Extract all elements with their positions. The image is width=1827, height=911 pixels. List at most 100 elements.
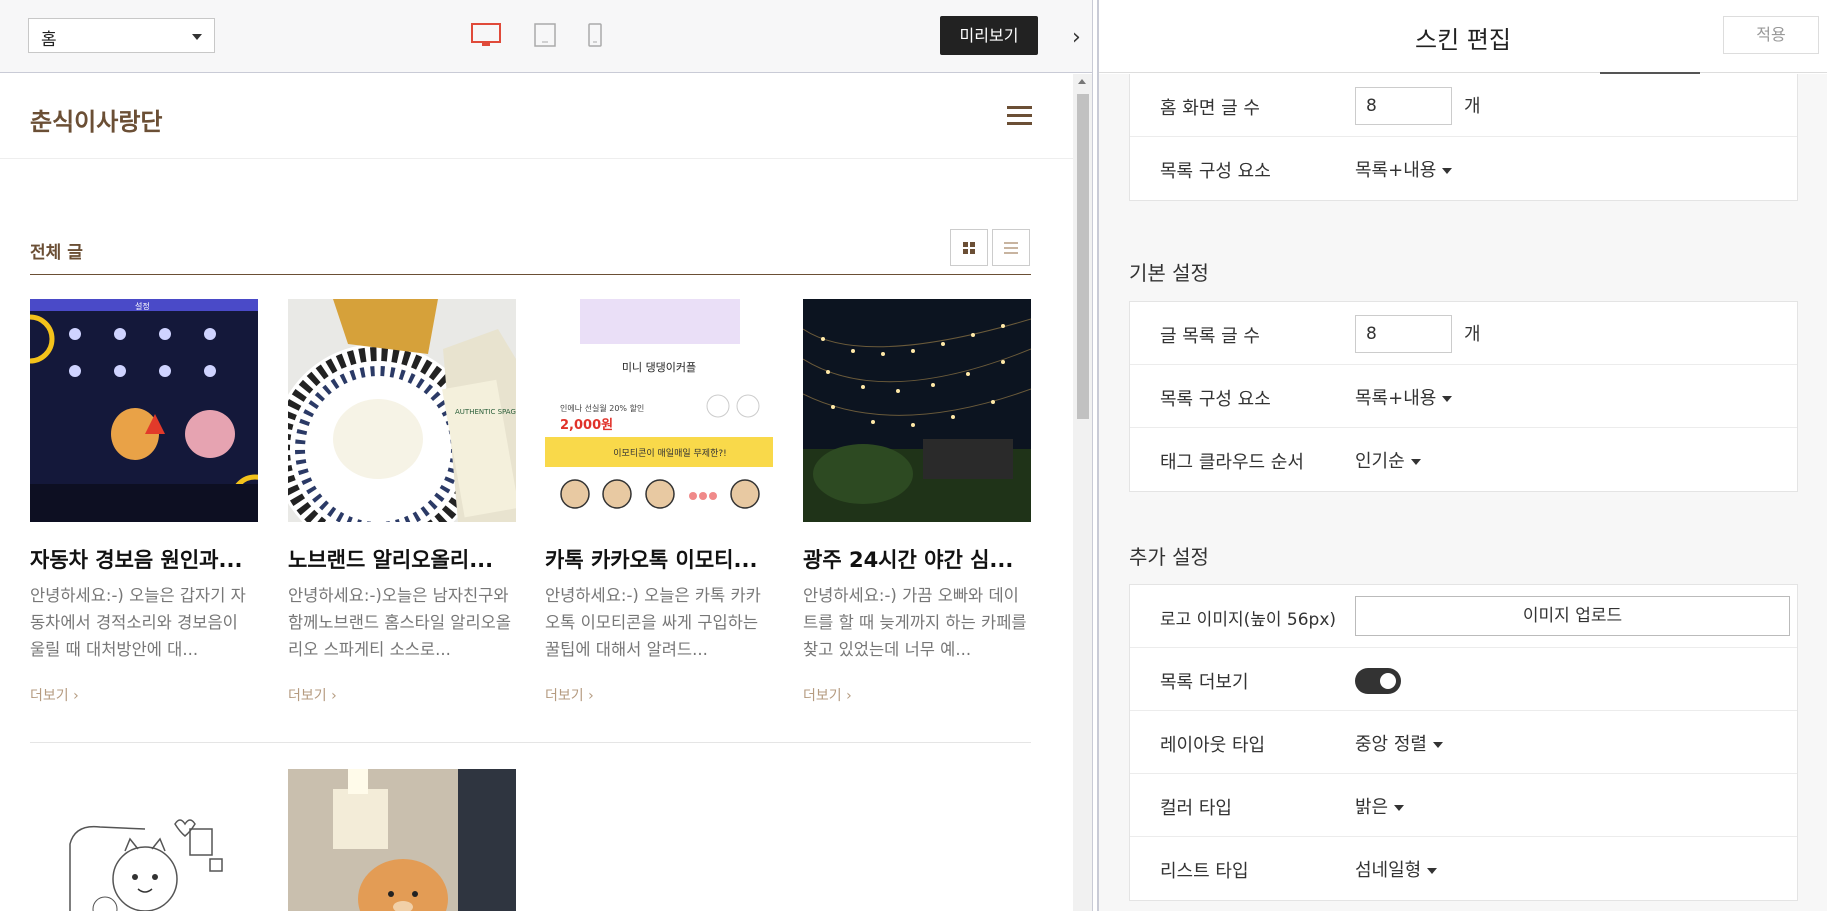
apply-button[interactable]: 적용 <box>1723 16 1819 54</box>
chevron-down-icon <box>1432 742 1443 748</box>
thumbnail-text: 2,000원 <box>560 418 613 433</box>
unit-label: 개 <box>1464 324 1481 345</box>
setting-label: 목록 구성 요소 <box>1160 389 1271 410</box>
post-thumbnail[interactable]: 미니 댕댕이커플 인에나 선실월 20% 할인 2,000원 이모티콘이 매일매… <box>545 299 773 522</box>
chevron-down-icon <box>1410 459 1421 465</box>
list-more-toggle[interactable] <box>1355 668 1401 694</box>
select-value: 밝은 <box>1355 797 1389 818</box>
setting-row: 컬러 타입 밝은 <box>1130 774 1797 837</box>
color-type-select[interactable]: 밝은 <box>1355 793 1405 819</box>
more-label: 더보기 <box>288 688 327 704</box>
post-thumbnail[interactable] <box>30 769 258 911</box>
tablet-icon[interactable] <box>533 22 557 48</box>
post-thumbnail[interactable]: 설정 <box>30 299 258 522</box>
preview-button[interactable]: 미리보기 <box>940 16 1038 55</box>
setting-label: 목록 구성 요소 <box>1160 161 1271 182</box>
thumbnail-text: AUTHENTIC SPAGHETTI <box>455 408 516 416</box>
chevron-down-icon <box>1394 805 1405 811</box>
select-value: 섬네일형 <box>1355 860 1422 881</box>
setting-row: 목록 구성 요소 목록+내용 <box>1130 365 1797 428</box>
post-thumbnail[interactable] <box>288 769 516 911</box>
setting-label: 레이아웃 타입 <box>1160 735 1266 756</box>
mobile-icon[interactable] <box>587 22 603 48</box>
chevron-right-icon: › <box>588 688 594 704</box>
post-thumbnail[interactable] <box>803 299 1031 522</box>
list-element-select[interactable]: 목록+내용 <box>1355 384 1453 410</box>
post-thumbnail[interactable]: AUTHENTIC SPAGHETTI <box>288 299 516 522</box>
select-value: 중앙 정렬 <box>1355 734 1427 755</box>
chevron-down-icon <box>1442 396 1453 402</box>
post-title[interactable]: 광주 24시간 야간 심... <box>803 544 1031 574</box>
thumbnail-text: 인에나 선실월 20% 할인 <box>560 403 644 413</box>
scroll-up-icon[interactable] <box>1078 79 1086 84</box>
extra-settings-box: 로고 이미지(높이 56px) 이미지 업로드 목록 더보기 레이아웃 타입 중… <box>1129 584 1798 901</box>
setting-label: 리스트 타입 <box>1160 861 1249 882</box>
desktop-icon[interactable] <box>470 22 502 48</box>
toggle-knob <box>1380 673 1396 689</box>
post-title[interactable]: 자동차 경보음 원인과... <box>30 544 258 574</box>
grid-icon <box>963 242 975 254</box>
grid-view-button[interactable] <box>950 229 988 266</box>
home-post-count-input[interactable]: 8 <box>1355 87 1452 125</box>
group-title: 기본 설정 <box>1129 261 1209 285</box>
post-card[interactable]: 설정 자동차 경보음 원인과... 안녕하세요:-) 오늘은 갑자기 자동차에서… <box>30 299 258 705</box>
editor-toolbar: 홈 미리보기 › <box>0 0 1092 73</box>
setting-row: 글 목록 글 수 8 개 <box>1130 302 1797 365</box>
home-list-element-select[interactable]: 목록+내용 <box>1355 156 1453 182</box>
post-card[interactable]: AUTHENTIC SPAGHETTI 노브랜드 알리오올리... 안녕하세요:… <box>288 299 516 705</box>
image-upload-button[interactable]: 이미지 업로드 <box>1355 596 1790 636</box>
thumbnail-text: 미니 댕댕이커플 <box>622 361 696 374</box>
setting-row: 태그 클라우드 순서 인기순 <box>1130 428 1797 491</box>
more-link[interactable]: 더보기 › <box>803 685 1031 705</box>
post-excerpt: 안녕하세요:-)오늘은 남자친구와 함께노브랜드 홈스타일 알리오올리오 스파게… <box>288 586 512 659</box>
panel-divider[interactable] <box>1092 0 1099 911</box>
setting-row: 리스트 타입 섬네일형 <box>1130 837 1797 900</box>
divider <box>0 158 1073 159</box>
more-link[interactable]: 더보기 › <box>30 685 258 705</box>
select-value: 인기순 <box>1355 451 1405 472</box>
thumbnail-text: 설정 <box>135 301 150 311</box>
select-value: 목록+내용 <box>1355 160 1437 181</box>
more-label: 더보기 <box>545 688 584 704</box>
setting-row: 목록 더보기 <box>1130 648 1797 711</box>
layout-type-select[interactable]: 중앙 정렬 <box>1355 730 1443 756</box>
chevron-down-icon <box>1427 868 1438 874</box>
panel-header: 스킨 편집 적용 <box>1099 0 1827 75</box>
group-title: 추가 설정 <box>1129 545 1209 569</box>
list-view-button[interactable] <box>992 229 1030 266</box>
basic-settings-box: 글 목록 글 수 8 개 목록 구성 요소 목록+내용 태그 클라우드 순서 인… <box>1129 301 1798 492</box>
page-select[interactable]: 홈 <box>28 18 215 53</box>
setting-label: 목록 더보기 <box>1160 672 1249 693</box>
list-post-count-input[interactable]: 8 <box>1355 315 1452 353</box>
section-title: 전체 글 <box>30 243 83 263</box>
more-link[interactable]: 더보기 › <box>288 685 516 705</box>
unit-label: 개 <box>1464 96 1481 117</box>
post-excerpt: 안녕하세요:-) 가끔 오빠와 데이트를 할 때 늦게까지 하는 카페를 찾고 … <box>803 586 1027 659</box>
post-card[interactable]: 미니 댕댕이커플 인에나 선실월 20% 할인 2,000원 이모티콘이 매일매… <box>545 299 773 705</box>
home-settings-box: 홈 화면 글 수 8 개 목록 구성 요소 목록+내용 <box>1129 74 1798 201</box>
chevron-right-icon[interactable]: › <box>1072 25 1081 50</box>
more-link[interactable]: 더보기 › <box>545 685 773 705</box>
chevron-right-icon: › <box>73 688 79 704</box>
select-value: 목록+내용 <box>1355 388 1437 409</box>
post-title[interactable]: 카톡 카카오톡 이모티... <box>545 544 773 574</box>
tag-cloud-order-select[interactable]: 인기순 <box>1355 447 1421 473</box>
setting-label: 태그 클라우드 순서 <box>1160 452 1304 473</box>
scrollbar-thumb[interactable] <box>1077 94 1089 419</box>
scrollbar[interactable] <box>1073 74 1092 911</box>
chevron-down-icon <box>1442 168 1453 174</box>
post-title[interactable]: 노브랜드 알리오올리... <box>288 544 516 574</box>
settings-panel: 홈 화면 글 수 8 개 목록 구성 요소 목록+내용 기본 설정 글 목록 글… <box>1099 74 1827 911</box>
setting-label: 로고 이미지(높이 56px) <box>1160 610 1337 630</box>
setting-row: 레이아웃 타입 중앙 정렬 <box>1130 711 1797 774</box>
blog-title[interactable]: 춘식이사랑단 <box>30 102 162 137</box>
post-excerpt: 안녕하세요:-) 오늘은 카톡 카카오톡 이모티콘을 싸게 구입하는 꿀팁에 대… <box>545 586 761 659</box>
menu-icon[interactable] <box>1007 106 1032 126</box>
post-card[interactable]: 광주 24시간 야간 심... 안녕하세요:-) 가끔 오빠와 데이트를 할 때… <box>803 299 1031 705</box>
more-label: 더보기 <box>30 688 69 704</box>
page-select-value: 홈 <box>41 30 57 50</box>
setting-row: 홈 화면 글 수 8 개 <box>1130 74 1797 137</box>
setting-row: 로고 이미지(높이 56px) 이미지 업로드 <box>1130 585 1797 648</box>
list-type-select[interactable]: 섬네일형 <box>1355 856 1438 882</box>
list-icon <box>1004 242 1018 254</box>
